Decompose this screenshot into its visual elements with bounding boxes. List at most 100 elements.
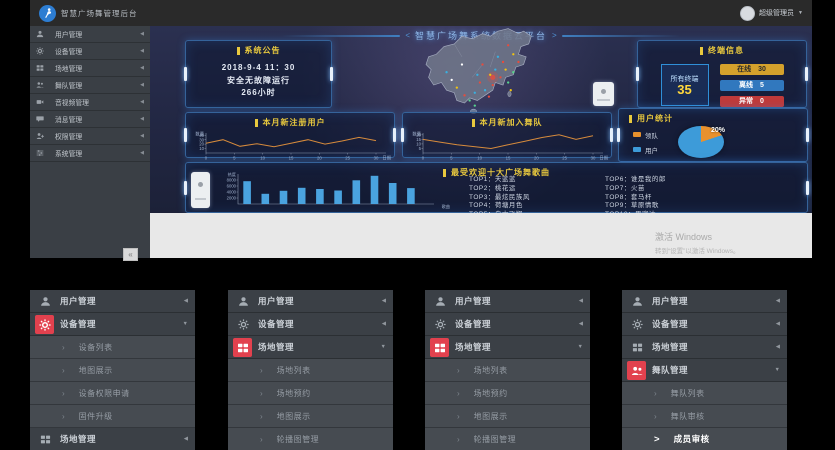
user-icon (40, 296, 51, 307)
submenu-item-label: 场地预约 (277, 388, 393, 399)
venue-icon (36, 64, 46, 72)
venue-icon (622, 342, 652, 353)
submenu-item[interactable]: › 地图展示 (228, 405, 393, 428)
menu-item-label: 设备管理 (258, 318, 382, 330)
new-teams-chart-title: 本月新加入舞队 (403, 113, 611, 128)
device-icon (36, 47, 46, 55)
terminal-info-body: 所有终端 35 在线30离线5异常0 (638, 61, 806, 109)
chevron-right-icon: › (654, 412, 657, 421)
device-base-line (597, 99, 610, 101)
sidebar-item-system[interactable]: 系统管理◀ (30, 145, 150, 162)
svg-text:0: 0 (422, 155, 425, 160)
team-icon (36, 81, 44, 89)
svg-text:2000: 2000 (227, 196, 237, 201)
menu-item-venue[interactable]: 场地管理▼ (425, 336, 590, 359)
legend-swatch (633, 147, 641, 152)
chevron-right-icon: › (654, 389, 657, 398)
submenu-item[interactable]: ›轮播图管理 (425, 428, 590, 450)
chevron-right-icon: › (260, 412, 263, 421)
svg-text:歌曲: 歌曲 (442, 203, 450, 210)
dancer-logo-icon (39, 5, 56, 22)
caret-left-icon: ◀ (579, 321, 583, 327)
menu-item-venue[interactable]: 场地管理◀ (30, 428, 195, 450)
sidebar-item-device[interactable]: 设备管理◀ (30, 43, 150, 60)
sidebar-item-user[interactable]: 用户管理◀ (30, 26, 150, 43)
menu-item-label: 场地管理 (258, 341, 381, 353)
svg-text:10: 10 (260, 155, 265, 160)
chevron-right-icon: › (260, 435, 263, 444)
sidebar-collapse-toggle[interactable]: « (123, 248, 138, 261)
submenu-item[interactable]: ›场地预约 (425, 382, 590, 405)
device-icon (425, 319, 455, 330)
song-rank-item: TOP9：草原情歌 (605, 202, 723, 209)
menu-panel-4: 用户管理◀设备管理◀场地管理◀舞队管理▼ › 舞队列表 ›舞队审核>成员审核 (622, 290, 787, 450)
svg-text:15: 15 (289, 155, 294, 160)
submenu-item[interactable]: ›场地列表 (228, 359, 393, 382)
venue-icon (40, 434, 51, 445)
sidebar-item-av[interactable]: 音视频管理◀ (30, 94, 150, 111)
submenu-item[interactable]: ›固件升级 (30, 405, 195, 428)
menu-item-device[interactable]: 设备管理◀ (622, 313, 787, 336)
submenu-item[interactable]: ›设备列表 (30, 336, 195, 359)
team-icon-active (627, 361, 646, 380)
submenu-item[interactable]: ›轮播图管理 (228, 428, 393, 450)
new-teams-line-chart: 5101520051015202530数量日期 (403, 129, 611, 162)
submenu-item[interactable]: ›地图展示 (425, 405, 590, 428)
caret-left-icon: ◀ (140, 116, 144, 122)
dashboard: < 智慧广场舞系统数据云平台 > 系统公告 2018-9-4 11：30安全无故… (150, 26, 812, 213)
team-icon (631, 365, 643, 377)
submenu-item-active[interactable]: >成员审核 (622, 428, 787, 450)
windows-activation-watermark: 激活 Windows 转到“设置”以激活 Windows。 (655, 230, 740, 255)
sidebar-item-venue[interactable]: 场地管理◀ (30, 60, 150, 77)
menu-item-user[interactable]: 用户管理◀ (425, 290, 590, 313)
menu-item-user[interactable]: 用户管理◀ (30, 290, 195, 313)
menu-item-device[interactable]: 设备管理▼ (30, 313, 195, 336)
menu-item-user[interactable]: 用户管理◀ (622, 290, 787, 313)
sidebar-item-permission[interactable]: 权限管理◀ (30, 128, 150, 145)
sidebar-item-team[interactable]: 舞队管理◀ (30, 77, 150, 94)
menu-item-venue[interactable]: 场地管理◀ (622, 336, 787, 359)
submenu-item[interactable]: ›地图展示 (30, 359, 195, 382)
menu-item-device[interactable]: 设备管理◀ (228, 313, 393, 336)
terminal-badges: 在线30离线5异常0 (720, 61, 784, 109)
menu-item-user[interactable]: 用户管理◀ (228, 290, 393, 313)
submenu-item-label: 地图展示 (277, 411, 393, 422)
menu-item-label: 用户管理 (60, 295, 184, 307)
menu-item-team[interactable]: 舞队管理▼ (622, 359, 787, 382)
submenu-item[interactable]: ›场地列表 (425, 359, 590, 382)
sidebar-item-label: 消息管理 (55, 114, 140, 124)
svg-text:5: 5 (233, 155, 236, 160)
caret-left-icon: ◀ (184, 436, 188, 442)
svg-text:热度: 热度 (228, 171, 237, 178)
all-terminals-value: 35 (677, 86, 691, 94)
user-stats-pie-chart: 20% (678, 126, 724, 158)
svg-text:15: 15 (506, 155, 511, 160)
submenu-item[interactable]: ›场地预约 (228, 382, 393, 405)
title-bar-icon (629, 115, 632, 123)
device-icon (632, 319, 643, 330)
user-icon (238, 296, 249, 307)
menu-item-label: 用户管理 (652, 295, 776, 307)
caret-left-icon: ◀ (140, 133, 144, 139)
device-icon (36, 47, 44, 55)
sidebar-item-message[interactable]: 消息管理◀ (30, 111, 150, 128)
terminal-info-panel: 终端信息 所有终端 35 在线30离线5异常0 (637, 40, 807, 108)
submenu-item-label: 场地预约 (474, 388, 590, 399)
message-icon (36, 115, 46, 123)
submenu-item-label: 固件升级 (79, 411, 195, 422)
svg-text:6000: 6000 (227, 184, 237, 189)
submenu-item[interactable]: › 舞队列表 (622, 382, 787, 405)
user-icon (435, 296, 446, 307)
device-icon (39, 319, 51, 331)
user-menu[interactable]: 超级管理员 ▼ (740, 6, 803, 21)
karaoke-device-photo (191, 172, 210, 208)
submenu-item[interactable]: ›舞队审核 (622, 405, 787, 428)
menu-item-device[interactable]: 设备管理◀ (425, 313, 590, 336)
menu-item-venue[interactable]: 场地管理▼ (228, 336, 393, 359)
av-icon (36, 98, 46, 106)
venue-icon (36, 64, 44, 72)
submenu-item-label: 舞队列表 (671, 388, 787, 399)
legend-item-用户: 用户 (633, 145, 658, 155)
submenu-item[interactable]: ›设备权限申请 (30, 382, 195, 405)
permission-icon (36, 132, 44, 140)
